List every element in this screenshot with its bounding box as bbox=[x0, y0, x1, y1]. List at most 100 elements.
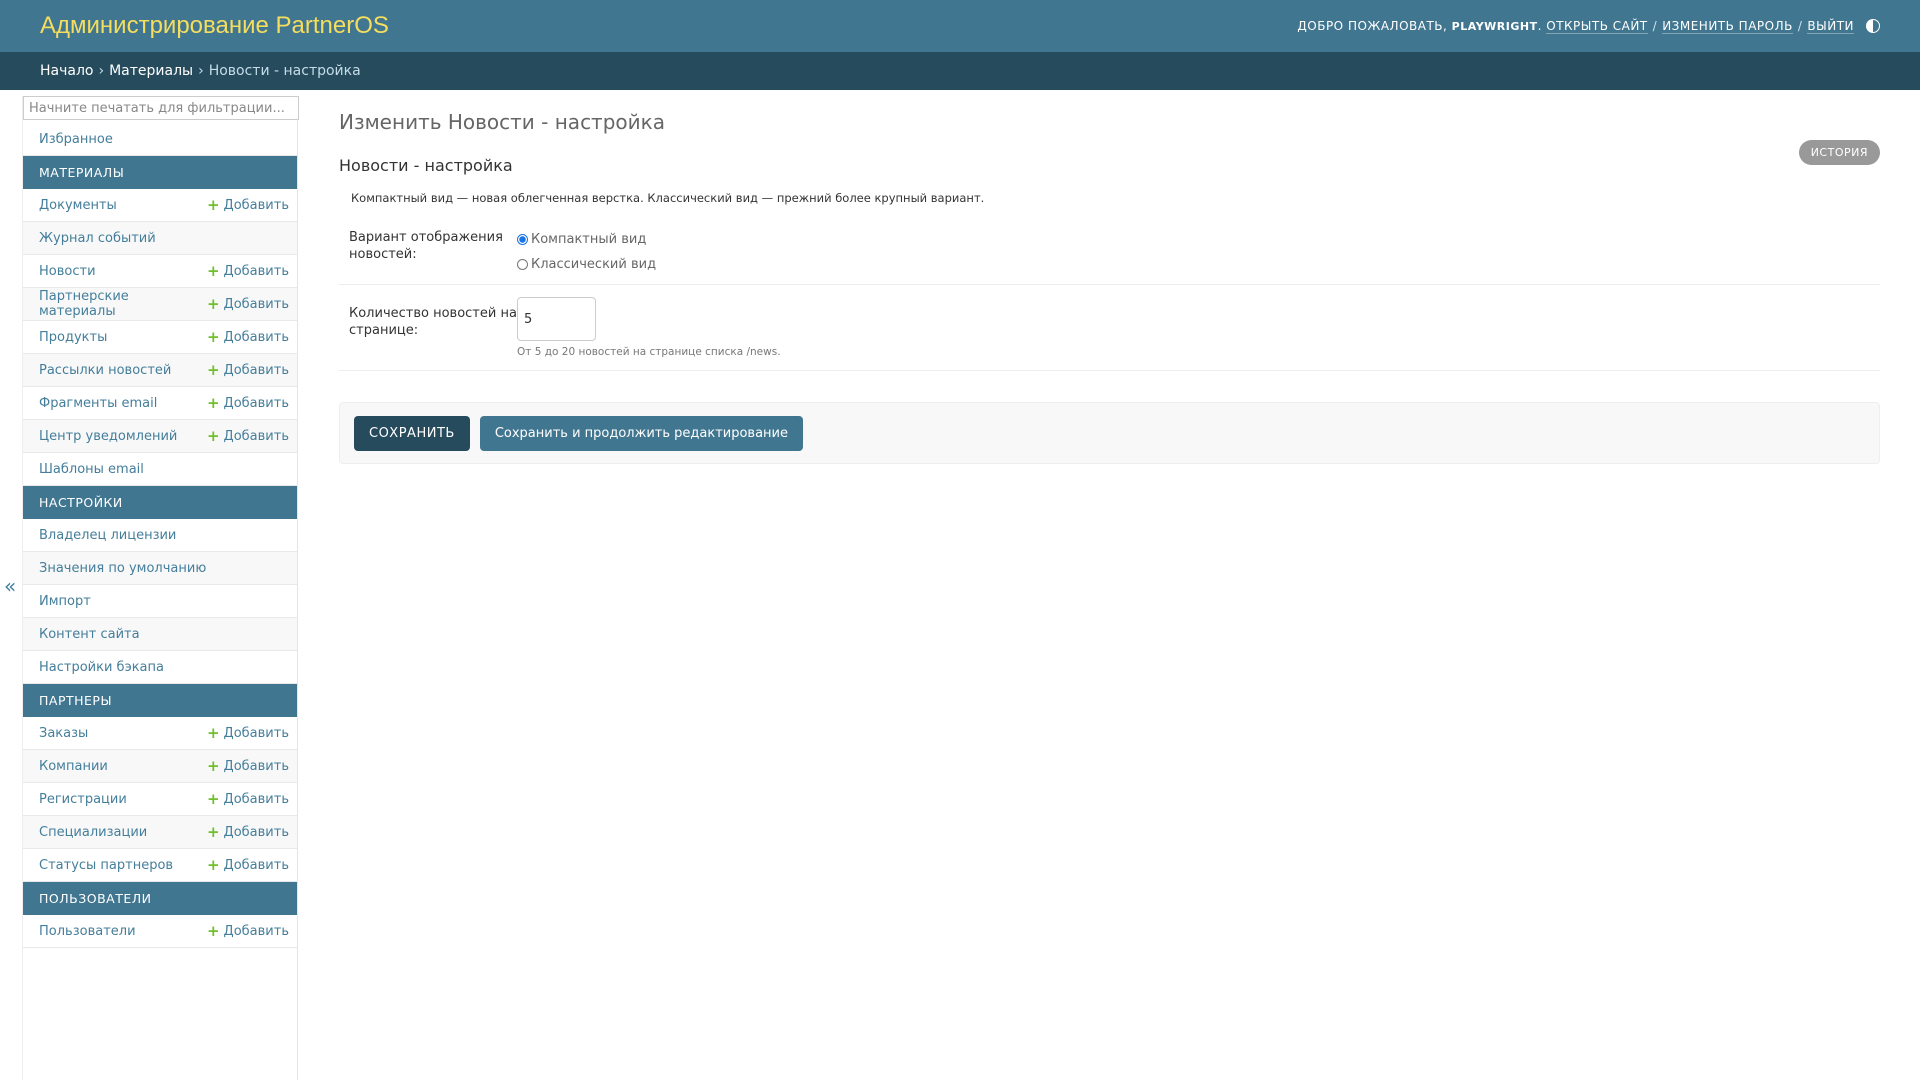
add-link-label[interactable]: Добавить bbox=[224, 825, 289, 840]
add-link-label[interactable]: Добавить bbox=[224, 759, 289, 774]
per-page-input[interactable] bbox=[517, 297, 596, 341]
add-link-label[interactable]: Добавить bbox=[224, 429, 289, 444]
sidebar-item-label[interactable]: Журнал событий bbox=[39, 231, 156, 246]
sidebar-item-label[interactable]: Владелец лицензии bbox=[39, 528, 176, 543]
display-mode-row: Вариант отображения новостей: Компактный… bbox=[339, 215, 1880, 285]
sidebar-item[interactable]: Журнал событий bbox=[23, 222, 297, 255]
save-and-continue-button[interactable]: Сохранить и продолжить редактирование bbox=[479, 415, 803, 451]
plus-icon: + bbox=[206, 427, 220, 445]
radio-compact[interactable]: Компактный вид bbox=[517, 232, 656, 247]
sidebar-item-label[interactable]: Значения по умолчанию bbox=[39, 561, 206, 576]
add-link-label[interactable]: Добавить bbox=[224, 924, 289, 939]
plus-icon: + bbox=[206, 856, 220, 874]
sidebar-item[interactable]: Центр уведомлений + Добавить bbox=[23, 420, 297, 453]
radio-classic-circle[interactable] bbox=[517, 259, 528, 270]
sidebar-item-label[interactable]: Регистрации bbox=[39, 792, 127, 807]
add-link[interactable]: + Добавить bbox=[207, 790, 289, 808]
logout-link[interactable]: ВЫЙТИ bbox=[1807, 19, 1854, 34]
add-link[interactable]: + Добавить bbox=[207, 394, 289, 412]
radio-classic-label[interactable]: Классический вид bbox=[531, 257, 656, 272]
add-link-label[interactable]: Добавить bbox=[224, 297, 289, 312]
sidebar-item[interactable]: Компании + Добавить bbox=[23, 750, 297, 783]
sidebar-item[interactable]: Партнерские материалы + Добавить bbox=[23, 288, 297, 321]
sidebar-item[interactable]: Владелец лицензии bbox=[23, 519, 297, 552]
radio-compact-label[interactable]: Компактный вид bbox=[531, 232, 646, 247]
sidebar-item[interactable]: Новости + Добавить bbox=[23, 255, 297, 288]
add-link-label[interactable]: Добавить bbox=[224, 726, 289, 741]
sidebar-item-label[interactable]: Заказы bbox=[39, 726, 88, 741]
per-page-label: Количество новостей на странице: bbox=[349, 306, 517, 338]
add-link-label[interactable]: Добавить bbox=[224, 264, 289, 279]
radio-compact-circle[interactable] bbox=[517, 234, 528, 245]
sidebar-item-favorites[interactable]: Избранное bbox=[23, 123, 297, 156]
nav-filter-input[interactable] bbox=[23, 96, 299, 120]
sidebar-item-label[interactable]: Рассылки новостей bbox=[39, 363, 171, 378]
sidebar-section-caption[interactable]: МАТЕРИАЛЫ bbox=[23, 156, 297, 189]
submit-row: СОХРАНИТЬ Сохранить и продолжить редакти… bbox=[339, 402, 1880, 464]
history-button[interactable]: ИСТОРИЯ bbox=[1798, 140, 1880, 165]
breadcrumb-separator: › bbox=[98, 63, 105, 79]
sidebar-item[interactable]: Настройки бэкапа bbox=[23, 651, 297, 684]
sidebar-item-label[interactable]: Компании bbox=[39, 759, 108, 774]
toggle-sidebar-button[interactable]: « bbox=[4, 574, 16, 598]
sidebar-item-label[interactable]: Новости bbox=[39, 264, 96, 279]
sidebar-item[interactable]: Продукты + Добавить bbox=[23, 321, 297, 354]
add-link-label[interactable]: Добавить bbox=[224, 792, 289, 807]
sidebar-item[interactable]: Статусы партнеров + Добавить bbox=[23, 849, 297, 882]
theme-toggle-icon[interactable] bbox=[1866, 19, 1880, 33]
add-link[interactable]: + Добавить bbox=[207, 856, 289, 874]
site-name[interactable]: Администрирование PartnerOS bbox=[40, 12, 389, 40]
sidebar-item-label[interactable]: Специализации bbox=[39, 825, 147, 840]
add-link[interactable]: + Добавить bbox=[207, 262, 289, 280]
sidebar-item[interactable]: Импорт bbox=[23, 585, 297, 618]
add-link[interactable]: + Добавить bbox=[207, 724, 289, 742]
sidebar-item-label[interactable]: Контент сайта bbox=[39, 627, 140, 642]
sidebar-item-label[interactable]: Центр уведомлений bbox=[39, 429, 177, 444]
sidebar-section-caption[interactable]: ПАРТНЕРЫ bbox=[23, 684, 297, 717]
sidebar-section-caption[interactable]: ПОЛЬЗОВАТЕЛИ bbox=[23, 882, 297, 915]
sidebar-item-label[interactable]: Настройки бэкапа bbox=[39, 660, 164, 675]
sidebar-item[interactable]: Заказы + Добавить bbox=[23, 717, 297, 750]
radio-classic[interactable]: Классический вид bbox=[517, 257, 656, 272]
sidebar-item-label[interactable]: Шаблоны email bbox=[39, 462, 144, 477]
sidebar-item-label[interactable]: Партнерские материалы bbox=[39, 289, 207, 319]
sidebar-section-caption[interactable]: НАСТРОЙКИ bbox=[23, 486, 297, 519]
sidebar-item-label[interactable]: Импорт bbox=[39, 594, 91, 609]
sidebar-item-label[interactable]: Избранное bbox=[39, 132, 113, 147]
sidebar-item[interactable]: Пользователи + Добавить bbox=[23, 915, 297, 948]
add-link[interactable]: + Добавить bbox=[207, 361, 289, 379]
breadcrumb-home[interactable]: Начало bbox=[40, 63, 93, 79]
add-link[interactable]: + Добавить bbox=[207, 427, 289, 445]
sidebar-item[interactable]: Регистрации + Добавить bbox=[23, 783, 297, 816]
sidebar-item-label[interactable]: Продукты bbox=[39, 330, 107, 345]
breadcrumb-section[interactable]: Материалы bbox=[109, 63, 193, 79]
sidebar-item-label[interactable]: Статусы партнеров bbox=[39, 858, 173, 873]
sidebar-item-label[interactable]: Документы bbox=[39, 198, 117, 213]
sidebar-item[interactable]: Рассылки новостей + Добавить bbox=[23, 354, 297, 387]
sidebar-item[interactable]: Документы + Добавить bbox=[23, 189, 297, 222]
add-link[interactable]: + Добавить bbox=[207, 757, 289, 775]
view-site-link[interactable]: ОТКРЫТЬ САЙТ bbox=[1546, 19, 1648, 34]
add-link-label[interactable]: Добавить bbox=[224, 858, 289, 873]
nav-sidebar: Избранное МАТЕРИАЛЫ Документы + Добавить Жур… bbox=[22, 96, 299, 1080]
fieldset-title: Новости - настройка bbox=[339, 156, 513, 175]
add-link[interactable]: + Добавить bbox=[207, 295, 289, 313]
sidebar-item[interactable]: Специализации + Добавить bbox=[23, 816, 297, 849]
add-link-label[interactable]: Добавить bbox=[224, 330, 289, 345]
add-link-label[interactable]: Добавить bbox=[224, 198, 289, 213]
sidebar-item-label[interactable]: Фрагменты email bbox=[39, 396, 157, 411]
sidebar-item[interactable]: Значения по умолчанию bbox=[23, 552, 297, 585]
add-link-label[interactable]: Добавить bbox=[224, 363, 289, 378]
sidebar-item-label[interactable]: Пользователи bbox=[39, 924, 136, 939]
add-link[interactable]: + Добавить bbox=[207, 922, 289, 940]
add-link-label[interactable]: Добавить bbox=[224, 396, 289, 411]
breadcrumb-current: Новости - настройка bbox=[208, 63, 361, 79]
sidebar-item[interactable]: Контент сайта bbox=[23, 618, 297, 651]
save-button[interactable]: СОХРАНИТЬ bbox=[354, 415, 470, 451]
sidebar-item[interactable]: Шаблоны email bbox=[23, 453, 297, 486]
change-password-link[interactable]: ИЗМЕНИТЬ ПАРОЛЬ bbox=[1662, 19, 1793, 34]
add-link[interactable]: + Добавить bbox=[207, 328, 289, 346]
add-link[interactable]: + Добавить bbox=[207, 823, 289, 841]
sidebar-item[interactable]: Фрагменты email + Добавить bbox=[23, 387, 297, 420]
add-link[interactable]: + Добавить bbox=[207, 196, 289, 214]
